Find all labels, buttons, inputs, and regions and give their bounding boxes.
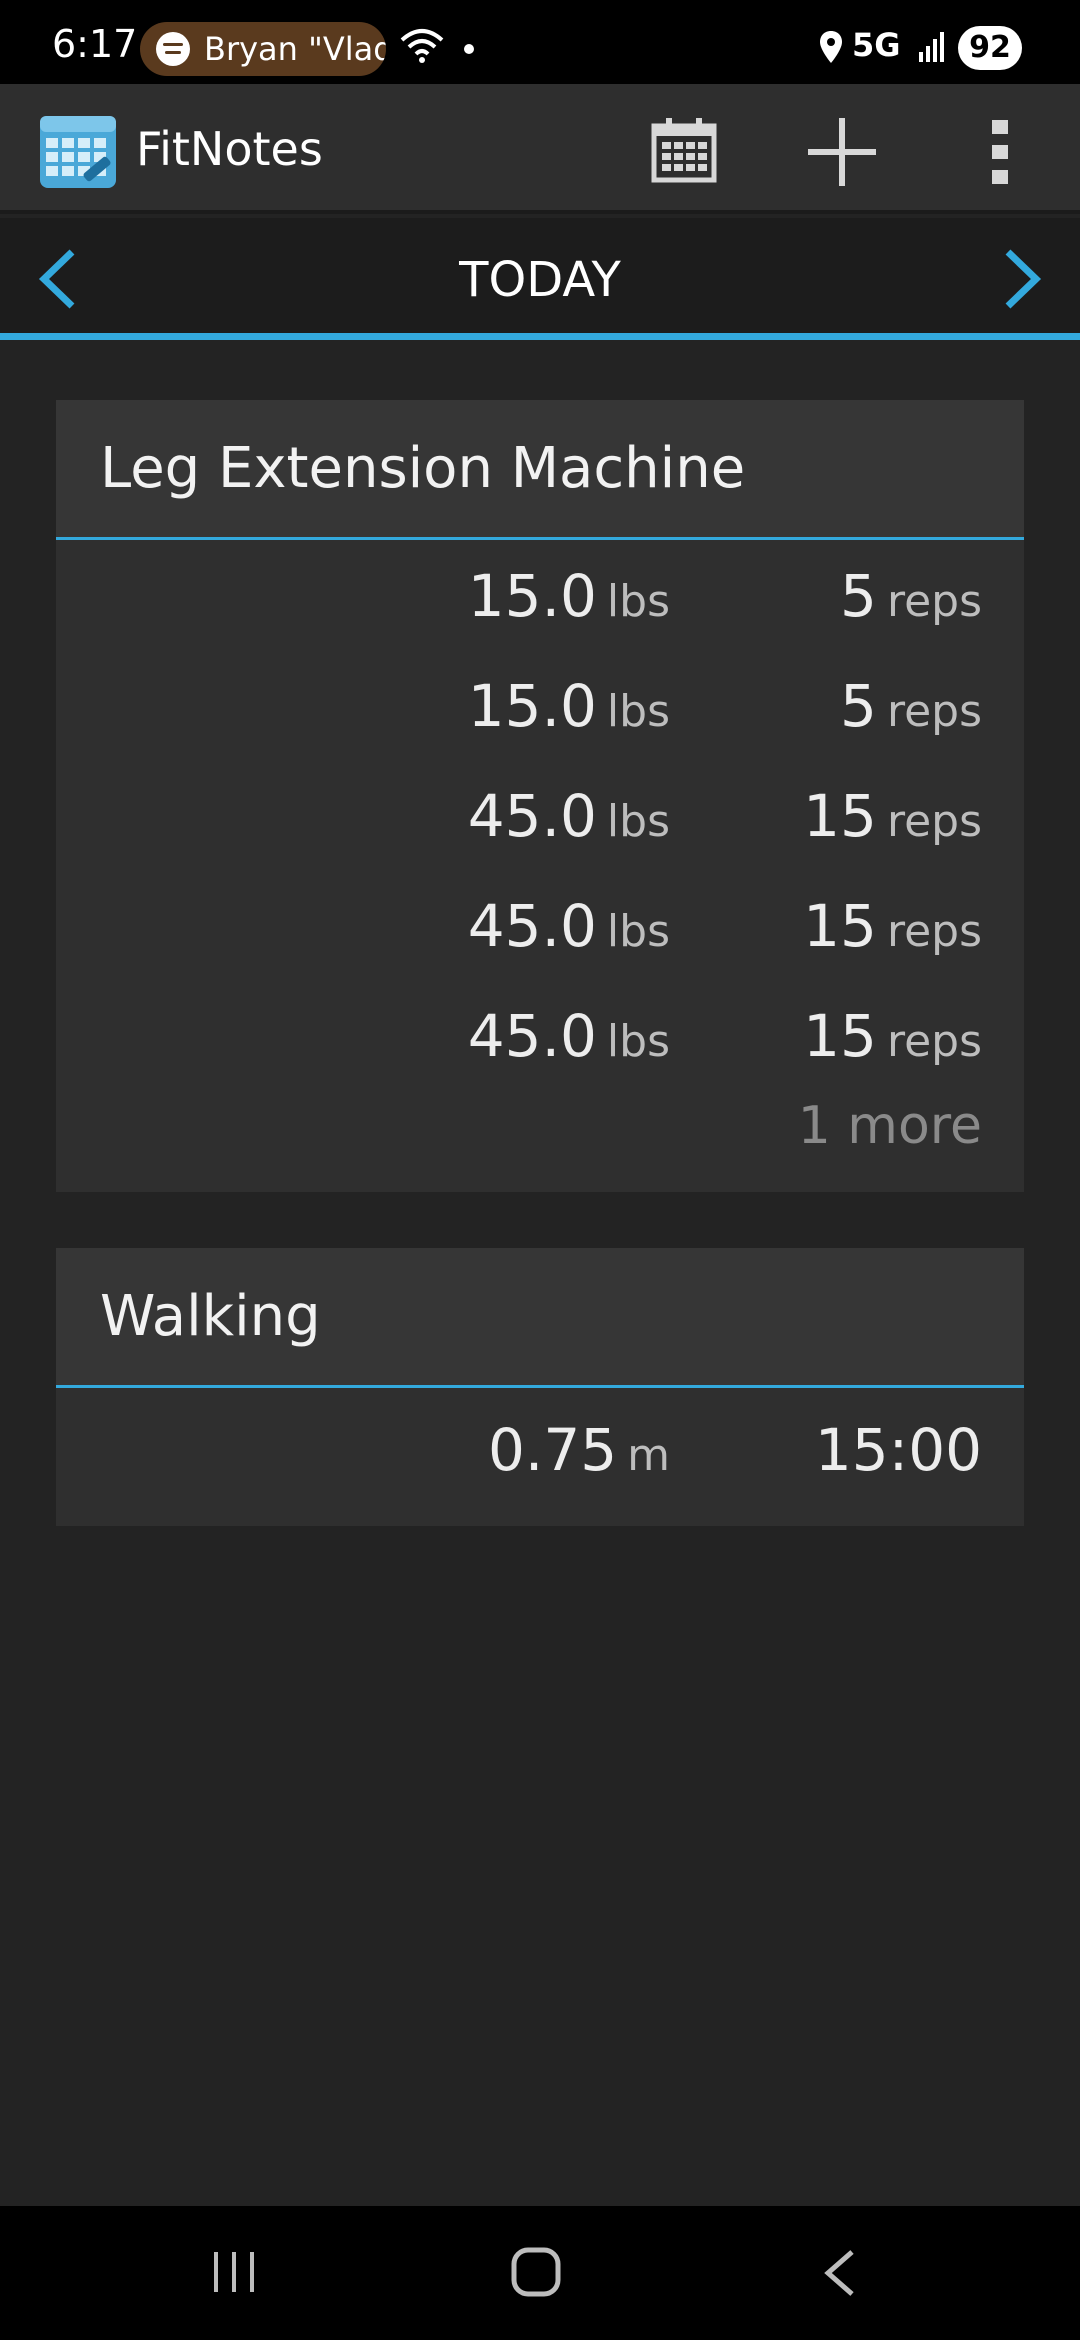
app-bar: FitNotes — [0, 84, 1080, 214]
system-nav-bar — [0, 2206, 1080, 2340]
set-row[interactable]: 15.0 lbs 5 reps — [56, 650, 1024, 760]
set-weight: 15.0 lbs — [467, 562, 670, 630]
exercise-name: Walking — [56, 1248, 1024, 1388]
home-icon[interactable] — [510, 2246, 562, 2298]
set-weight: 45.0 lbs — [467, 782, 670, 850]
wifi-icon — [400, 29, 444, 63]
recents-icon[interactable] — [210, 2250, 258, 2294]
set-row[interactable]: 45.0 lbs 15 reps — [56, 870, 1024, 980]
exercise-card[interactable]: Walking 0.75 m 15:00 — [56, 1248, 1024, 1526]
set-row[interactable]: 45.0 lbs 15 reps — [56, 760, 1024, 870]
battery-indicator: 92 — [958, 26, 1022, 70]
app-title: FitNotes — [136, 122, 323, 176]
date-label: TODAY — [459, 252, 621, 308]
more-vert-icon[interactable] — [988, 118, 1012, 186]
exercise-name: Leg Extension Machine — [56, 400, 1024, 540]
set-weight: 45.0 lbs — [467, 892, 670, 960]
back-icon[interactable] — [820, 2248, 860, 2298]
media-chip-text: Bryan "Vlad — [204, 30, 386, 68]
network-label: 5G — [852, 26, 901, 64]
set-row[interactable]: 15.0 lbs 5 reps — [56, 540, 1024, 650]
signal-icon — [919, 32, 944, 62]
set-reps: 5 reps — [840, 562, 982, 630]
set-reps: 5 reps — [840, 672, 982, 740]
set-reps: 15 reps — [803, 782, 982, 850]
plus-icon[interactable] — [806, 116, 878, 188]
set-reps: 15 reps — [803, 1002, 982, 1070]
location-icon — [820, 31, 842, 63]
calendar-icon[interactable] — [650, 116, 718, 184]
set-weight: 45.0 lbs — [467, 1002, 670, 1070]
set-reps: 15 reps — [803, 892, 982, 960]
set-weight: 15.0 lbs — [467, 672, 670, 740]
set-row[interactable]: 45.0 lbs 15 reps — [56, 980, 1024, 1090]
exercise-card[interactable]: Leg Extension Machine 15.0 lbs 5 reps 15.0… — [56, 400, 1024, 1192]
media-chip[interactable]: Bryan "Vlad — [140, 22, 386, 76]
more-sets-label: 1 more — [797, 1096, 982, 1156]
set-row[interactable]: 0.75 m 15:00 — [56, 1388, 1024, 1523]
more-sets-row[interactable]: 1 more — [56, 1090, 1024, 1180]
fitnotes-logo-icon — [40, 116, 116, 188]
set-distance: 0.75 m — [487, 1416, 670, 1484]
set-time: 15:00 — [814, 1416, 982, 1484]
date-navigation: TODAY — [0, 218, 1080, 340]
chevron-right-icon[interactable] — [1000, 248, 1044, 310]
notification-dot-icon — [464, 44, 474, 54]
status-time: 6:17 — [52, 22, 138, 66]
spotify-icon — [156, 32, 190, 66]
status-bar: 6:17 Bryan "Vlad 5G 92 — [0, 0, 1080, 84]
